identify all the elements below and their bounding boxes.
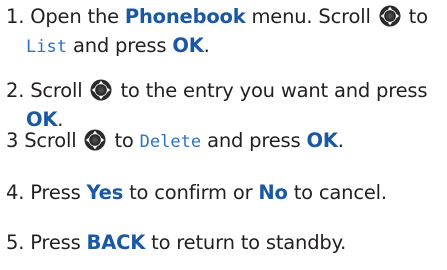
step-5: 5. Press BACK to return to standby. (6, 228, 443, 257)
key-label: Yes (86, 181, 124, 204)
step-number: 3 (6, 129, 19, 152)
instruction-text: to return to standby. (145, 231, 347, 254)
screen-option-label: Delete (139, 132, 202, 152)
step-1-line-1: 1. Open the Phonebook menu. Scroll to (6, 2, 443, 31)
instruction-text: to (402, 5, 428, 28)
instruction-text: . (337, 129, 344, 152)
step-number: 5. (6, 231, 25, 254)
instruction-text: . (203, 34, 210, 57)
instruction-text: and press (201, 129, 307, 152)
instruction-text: Open the (30, 5, 125, 28)
instruction-text: to the entry you want and press (114, 79, 428, 102)
key-label: Phonebook (124, 5, 246, 28)
key-label: OK (172, 34, 204, 57)
instruction-text: to (108, 129, 140, 152)
step-5-line-1: 5. Press BACK to return to standby. (6, 228, 443, 257)
step-3-line-1: 3 Scroll to Delete and press OK. (6, 126, 443, 157)
instruction-text: Press (30, 181, 87, 204)
step-3: 3 Scroll to Delete and press OK. (6, 126, 443, 157)
step-1-line-2: List and press OK. (6, 31, 443, 62)
instruction-text: Scroll (24, 129, 83, 152)
instruction-text: menu. Scroll (245, 5, 377, 28)
key-label: No (258, 181, 288, 204)
step-2-line-1: 2. Scroll to the entry you want and pres… (6, 76, 443, 105)
step-number: 2. (6, 79, 25, 102)
instruction-text: Scroll (30, 79, 89, 102)
nav-key-icon (90, 79, 112, 101)
instruction-text: to cancel. (287, 181, 387, 204)
nav-key-icon (379, 5, 401, 27)
step-number: 1. (6, 5, 25, 28)
instruction-steps: 1. Open the Phonebook menu. Scroll to Li… (0, 0, 447, 270)
step-1: 1. Open the Phonebook menu. Scroll to Li… (6, 2, 443, 62)
step-number: 4. (6, 181, 25, 204)
key-label: OK (306, 129, 338, 152)
nav-key-icon (84, 129, 106, 151)
step-4: 4. Press Yes to confirm or No to cancel. (6, 178, 443, 207)
instruction-text: and press (66, 34, 173, 57)
key-label: BACK (86, 231, 146, 254)
screen-option-label: List (26, 37, 67, 57)
instruction-text: Press (30, 231, 87, 254)
step-4-line-1: 4. Press Yes to confirm or No to cancel. (6, 178, 443, 207)
instruction-text: to confirm or (123, 181, 259, 204)
